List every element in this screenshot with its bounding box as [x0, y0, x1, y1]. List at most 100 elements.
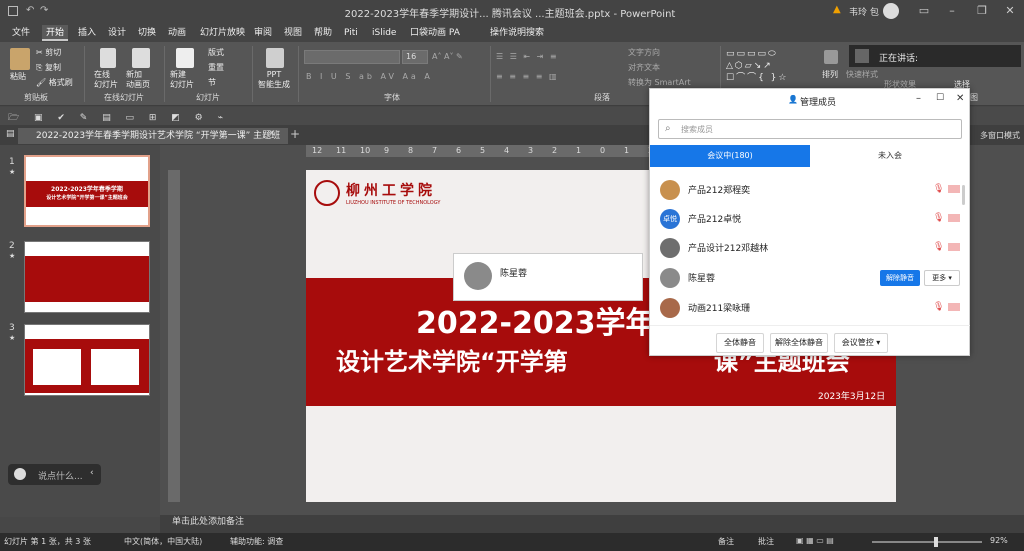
notes-button[interactable]: 备注 — [718, 536, 734, 547]
emoji-icon[interactable] — [14, 468, 26, 480]
close-icon[interactable]: ✕ — [1002, 3, 1018, 19]
zoom-level[interactable]: 92% — [990, 536, 1008, 545]
menu-help[interactable]: 帮助 — [310, 25, 336, 41]
menu-islide[interactable]: iSlide — [368, 25, 400, 41]
add-animation-icon[interactable] — [132, 48, 150, 68]
slide-thumbnail-2[interactable] — [24, 241, 150, 313]
mic-muted-icon[interactable]: 🎙 — [933, 213, 944, 223]
zoom-thumb[interactable] — [934, 537, 938, 547]
new-slide-icon[interactable] — [176, 48, 194, 68]
copy-button[interactable]: ⎘ 复制 — [36, 63, 61, 73]
mic-muted-icon[interactable]: 🎙 — [933, 242, 944, 252]
tell-me-search[interactable]: 操作说明搜索 — [486, 25, 548, 41]
section-button[interactable]: 节 — [208, 78, 216, 88]
save-icon[interactable] — [8, 6, 18, 16]
align-text-button[interactable]: 对齐文本 — [628, 63, 660, 73]
member-name: 动画211梁咏珊 — [688, 304, 751, 314]
minimize-icon[interactable]: – — [916, 93, 921, 104]
ruler-mark: 1 — [624, 146, 630, 155]
menu-home[interactable]: 开始 — [42, 25, 69, 41]
smartart-button[interactable]: 转换为 SmartArt — [628, 78, 691, 88]
font-style-buttons[interactable]: B I U S ab AV Aa A — [306, 72, 433, 82]
member-row[interactable]: 产品设计212邓越林 🎙 — [650, 233, 970, 261]
collapse-chevron-icon[interactable]: ‹ — [90, 468, 94, 478]
camera-off-icon[interactable] — [948, 185, 960, 193]
menu-transitions[interactable]: 切换 — [134, 25, 160, 41]
text-direction-button[interactable]: 文字方向 — [628, 48, 660, 58]
chat-input-bar[interactable]: 说点什么... ‹ — [8, 464, 101, 485]
school-emblem-icon — [314, 180, 340, 206]
menu-design[interactable]: 设计 — [104, 25, 130, 41]
camera-off-icon[interactable] — [948, 243, 960, 251]
user-name[interactable]: 韦玲 包 — [849, 5, 879, 18]
undo-icon[interactable]: ↶ — [26, 5, 34, 16]
tab-in-meeting[interactable]: 会议中(180) — [650, 145, 810, 167]
camera-off-icon[interactable] — [948, 303, 960, 311]
slide-thumbnail-3[interactable] — [24, 324, 150, 396]
menu-review[interactable]: 审阅 — [250, 25, 276, 41]
reset-button[interactable]: 重置 — [208, 63, 224, 73]
align-buttons[interactable]: ≡ ≡ ≡ ≡ ▥ — [496, 72, 559, 82]
arrange-icon[interactable] — [824, 50, 838, 64]
unmute-button[interactable]: 解除静音 — [880, 270, 920, 286]
meeting-control-button[interactable]: 会议管控 ▾ — [834, 333, 888, 353]
more-button[interactable]: 更多 ▾ — [924, 270, 960, 286]
menu-insert[interactable]: 插入 — [74, 25, 100, 41]
quick-styles-button[interactable]: 快速样式 — [846, 70, 878, 80]
slide-thumbnail-1[interactable]: 2022-2023学年春季学期 设计艺术学院“开学第一课”主题班会 — [24, 155, 150, 227]
format-painter-button[interactable]: 🖌 格式刷 — [36, 78, 73, 88]
comments-button[interactable]: 批注 — [758, 536, 774, 547]
redo-icon[interactable]: ↷ — [40, 5, 48, 16]
online-slides-button[interactable]: 在线 幻灯片 — [94, 70, 118, 90]
arrange-button[interactable]: 排列 — [822, 70, 838, 80]
list-buttons[interactable]: ☰ ☰ ⇤ ⇥ ≡ — [496, 52, 559, 62]
menu-file[interactable]: 文件 — [8, 25, 34, 41]
menu-view[interactable]: 视图 — [280, 25, 306, 41]
mic-muted-icon[interactable]: 🎙 — [933, 302, 944, 312]
minimize-icon[interactable]: – — [944, 3, 960, 19]
member-row[interactable]: 产品212郑程奕 🎙 — [650, 175, 970, 203]
avatar[interactable] — [883, 3, 899, 19]
language[interactable]: 中文(简体，中国大陆) — [124, 536, 202, 547]
search-input[interactable]: ⌕ 搜索成员 — [658, 119, 962, 139]
notes-pane[interactable]: 单击此处添加备注 — [160, 515, 1024, 533]
grow-shrink-font[interactable]: A˄ A˅ ✎ — [432, 52, 463, 62]
menu-slideshow[interactable]: 幻灯片放映 — [196, 25, 249, 41]
paste-icon[interactable] — [10, 48, 30, 70]
maximize-icon[interactable]: ☐ — [936, 93, 944, 103]
maximize-icon[interactable]: ❐ — [974, 3, 990, 19]
font-size-select[interactable]: 16 — [402, 50, 428, 64]
paste-button[interactable]: 粘贴 — [10, 72, 26, 82]
layout-button[interactable]: 版式 — [208, 48, 224, 58]
add-animation-button[interactable]: 新加 动画页 — [126, 70, 150, 90]
multi-window-button[interactable]: 多窗口模式 — [980, 130, 1020, 141]
ppt-ai-icon[interactable] — [266, 48, 284, 68]
view-buttons[interactable]: ▣ ▦ ▭ ▤ — [796, 536, 834, 545]
close-icon[interactable]: ✕ — [956, 93, 964, 104]
ppt-generate-button[interactable]: PPT 智能生成 — [258, 70, 290, 90]
menu-pocket-animation[interactable]: 口袋动画 PA — [406, 25, 464, 41]
tab-not-joined[interactable]: 未入会 — [810, 145, 970, 167]
ribbon-display-icon[interactable]: ▭ — [916, 3, 932, 19]
shapes-gallery[interactable]: ▭▭▭▭⬭ △⬡▱↘↗ ☐⌒⌒{ }☆ — [726, 48, 816, 88]
font-name-select[interactable] — [304, 50, 400, 64]
accessibility[interactable]: 辅助功能: 调查 — [230, 536, 283, 547]
mute-all-button[interactable]: 全体静音 — [716, 333, 764, 353]
new-tab-icon[interactable]: + — [290, 127, 300, 141]
scrollbar[interactable] — [962, 185, 965, 205]
member-row[interactable]: 陈星蓉 解除静音 更多 ▾ — [650, 263, 970, 291]
member-row[interactable]: 卓悦 产品212卓悦 🎙 — [650, 204, 970, 232]
camera-off-icon[interactable] — [948, 214, 960, 222]
mic-muted-icon[interactable]: 🎙 — [933, 184, 944, 194]
menu-animations[interactable]: 动画 — [164, 25, 190, 41]
online-slides-icon[interactable] — [100, 48, 116, 68]
menu-piti[interactable]: Piti — [340, 25, 362, 41]
qat-icons[interactable]: 🗁 ▣ ✔ ✎ ▤ ▭ ⊞ ◩ ⚙ ⌁ — [8, 110, 229, 126]
cut-button[interactable]: ✂ 剪切 — [36, 48, 61, 58]
close-tab-icon[interactable]: ✕ — [268, 129, 276, 139]
document-tab[interactable]: 2022-2023学年春季学期设计艺术学院 “开学第一课” 主题班 — [18, 128, 288, 144]
unmute-all-button[interactable]: 解除全体静音 — [770, 333, 828, 353]
new-slide-button[interactable]: 新建 幻灯片 — [170, 70, 194, 90]
zoom-slider[interactable] — [872, 541, 982, 543]
member-row[interactable]: 动画211梁咏珊 🎙 — [650, 293, 970, 321]
